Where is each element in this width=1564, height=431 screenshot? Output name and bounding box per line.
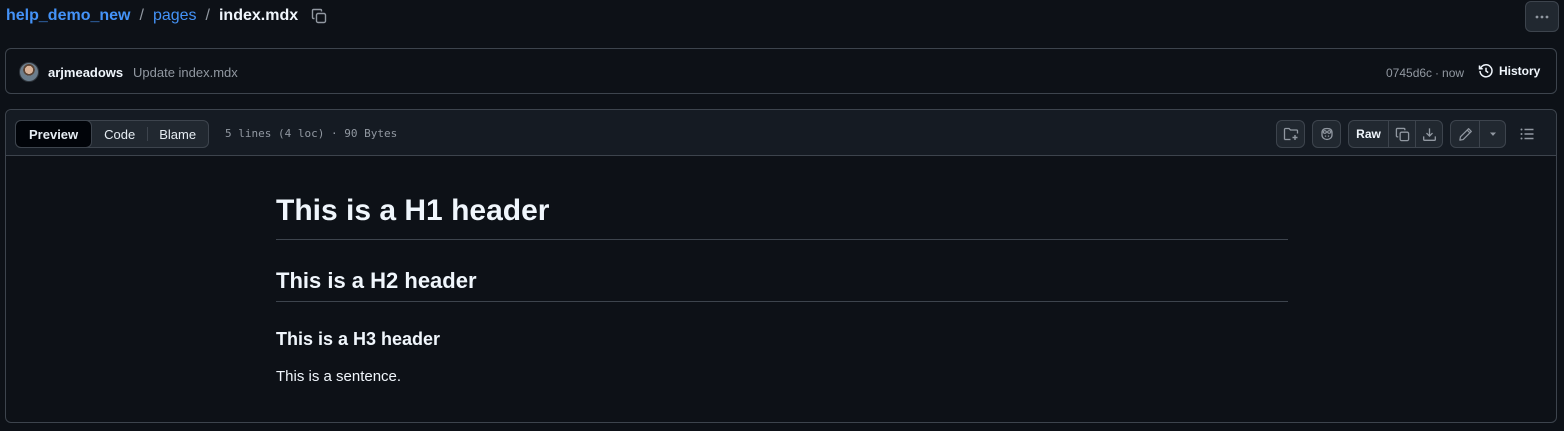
file-info: 5 lines (4 loc) · 90 Bytes [225, 127, 398, 140]
file-viewer: Preview Code Blame 5 lines (4 loc) · 90 … [5, 109, 1557, 423]
edit-file-button[interactable] [1451, 121, 1479, 147]
commit-message-link[interactable]: Update index.mdx [133, 65, 238, 80]
commit-meta-separator: · [1435, 66, 1440, 80]
breadcrumb: help_demo_new / pages / index.mdx [6, 7, 328, 25]
edit-dropdown-button[interactable] [1479, 121, 1505, 147]
avatar[interactable] [19, 62, 39, 82]
latest-commit-bar: arjmeadows Update index.mdx 0745d6c · no… [5, 48, 1557, 94]
raw-button[interactable]: Raw [1349, 121, 1388, 147]
copy-raw-icon [1395, 127, 1409, 141]
download-icon [1422, 127, 1436, 141]
markdown-body: This is a H1 header This is a H2 header … [276, 156, 1288, 387]
heading-h3: This is a H3 header [276, 328, 441, 349]
top-bar: help_demo_new / pages / index.mdx [0, 0, 1564, 34]
edit-actions-group [1450, 120, 1506, 148]
breadcrumb-separator: / [139, 7, 144, 24]
triangle-down-icon [1489, 132, 1496, 136]
copilot-icon [1320, 127, 1333, 141]
copy-path-button[interactable] [310, 7, 328, 25]
history-icon [1478, 64, 1493, 78]
commit-author-link[interactable]: arjmeadows [48, 65, 123, 80]
more-options-button[interactable] [1525, 1, 1559, 32]
breadcrumb-folder-link[interactable]: pages [153, 7, 197, 25]
breadcrumb-repo-link[interactable]: help_demo_new [6, 7, 130, 25]
download-button[interactable] [1415, 121, 1442, 147]
commit-time: now [1442, 66, 1465, 80]
heading-h2: This is a H2 header [276, 268, 1288, 302]
list-unordered-icon [1520, 128, 1534, 140]
history-button[interactable]: History [1478, 63, 1540, 79]
heading-h1: This is a H1 header [276, 194, 1288, 240]
copy-raw-button[interactable] [1388, 121, 1415, 147]
tab-code[interactable]: Code [92, 121, 147, 147]
history-label: History [1499, 64, 1541, 78]
tab-preview[interactable]: Preview [15, 120, 93, 148]
pencil-icon [1458, 127, 1472, 141]
outline-button[interactable] [1511, 120, 1543, 148]
commit-sha-link[interactable]: 0745d6c [1386, 66, 1432, 80]
tab-blame[interactable]: Blame [147, 121, 208, 147]
commit-meta: 0745d6c · now [1386, 66, 1464, 80]
breadcrumb-file-name: index.mdx [218, 7, 299, 24]
raw-actions-group: Raw [1348, 120, 1443, 148]
copy-icon [311, 8, 327, 24]
kebab-horizontal-icon [1535, 15, 1549, 18]
paragraph: This is a sentence. [276, 368, 402, 386]
add-file-button[interactable] [1276, 120, 1305, 148]
breadcrumb-separator: / [205, 7, 210, 24]
copilot-button[interactable] [1312, 120, 1341, 148]
raw-label: Raw [1356, 127, 1381, 141]
view-mode-tabs: Preview Code Blame [15, 120, 210, 148]
file-header: Preview Code Blame 5 lines (4 loc) · 90 … [6, 110, 1556, 156]
add-to-folder-icon [1283, 127, 1298, 141]
